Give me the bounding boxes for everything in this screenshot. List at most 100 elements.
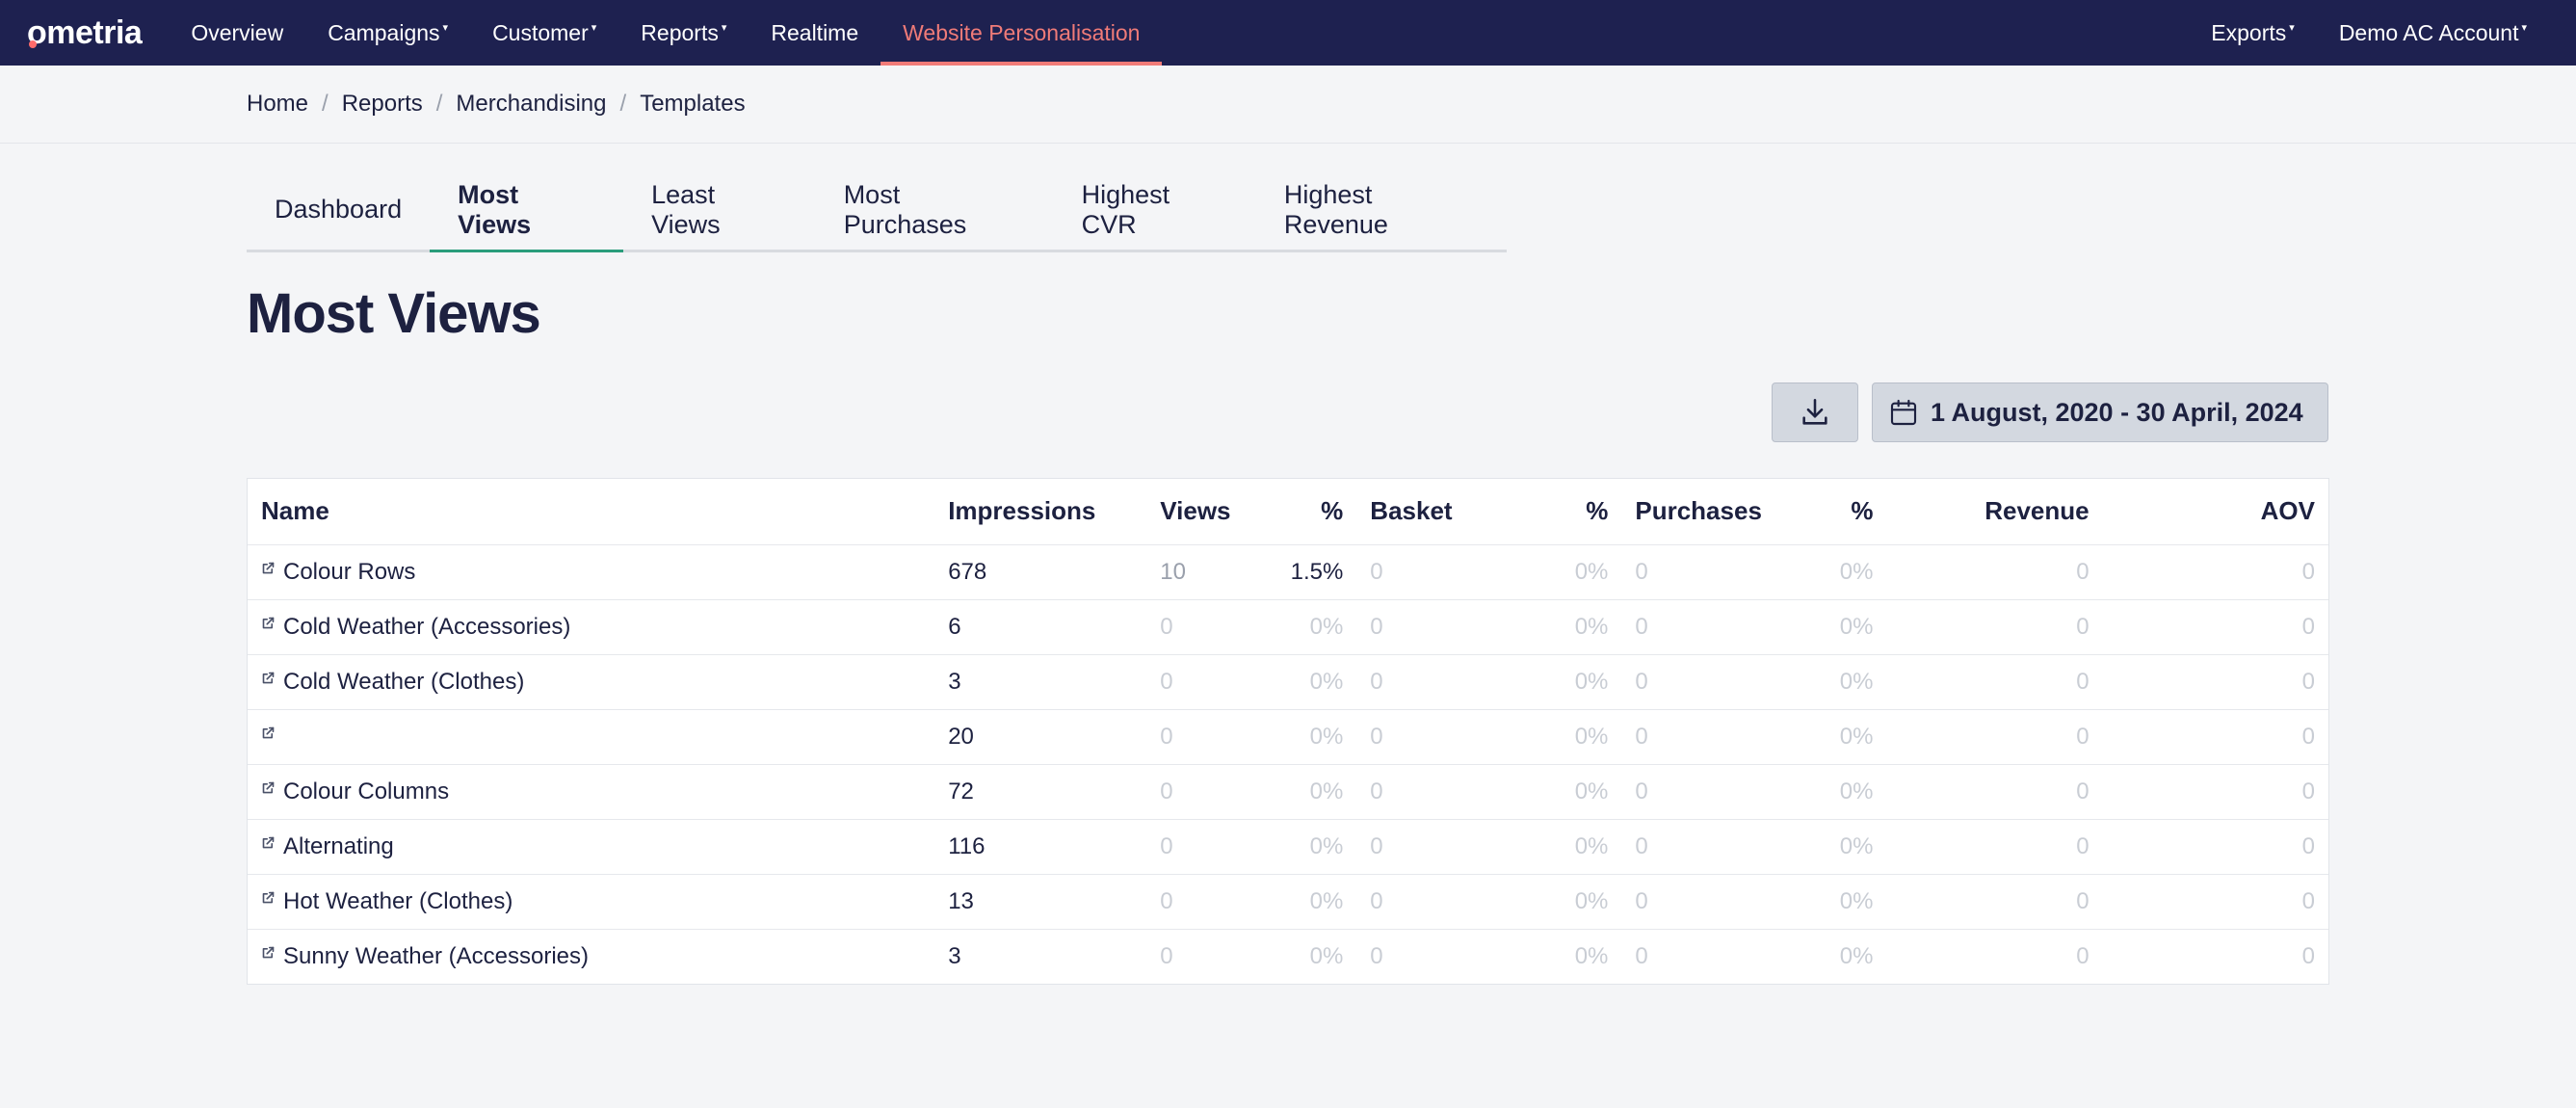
table-row: Cold Weather (Accessories) 6 0 0% 0 0% 0 0% 0 0	[248, 599, 2328, 655]
nav-exports-label: Exports	[2211, 19, 2287, 45]
tab-most-purchases[interactable]: Most Purchases	[816, 170, 1054, 250]
template-name[interactable]: Alternating	[283, 833, 394, 859]
external-link-icon[interactable]	[261, 725, 276, 745]
table-header-row: Name Impressions Views ▼% Basket % Purch…	[248, 479, 2328, 545]
download-button[interactable]	[1772, 383, 1858, 442]
tab-highest-cvr[interactable]: Highest CVR	[1054, 170, 1256, 250]
cell-views: 10	[1146, 544, 1257, 600]
cell-purchases-pct: 0%	[1786, 599, 1887, 655]
cell-revenue: 0	[1886, 599, 2103, 655]
cell-views-pct: 0%	[1256, 709, 1357, 765]
breadcrumb-merchandising[interactable]: Merchandising	[456, 91, 606, 118]
top-navbar: ometria Overview Campaigns ▾ Customer ▾ Re…	[0, 0, 2576, 66]
table-row: Hot Weather (Clothes) 13 0 0% 0 0% 0 0% 0 0	[248, 874, 2328, 930]
cell-purchases-pct: 0%	[1786, 819, 1887, 875]
cell-views: 0	[1160, 942, 1173, 969]
col-header-aov[interactable]: AOV	[2102, 479, 2328, 545]
nav-account-label: Demo AC Account	[2338, 19, 2519, 45]
cell-views: 0	[1146, 599, 1257, 655]
breadcrumb-separator: /	[619, 91, 627, 117]
nav-customer[interactable]: Customer ▾	[470, 0, 618, 66]
external-link-icon[interactable]	[261, 890, 276, 910]
nav-customer-label: Customer	[492, 19, 589, 45]
nav-website-personalisation[interactable]: Website Personalisation	[881, 0, 1163, 66]
cell-aov: 0	[2301, 942, 2315, 969]
template-name[interactable]: Sunny Weather (Accessories)	[283, 943, 589, 969]
cell-views-pct: 1.5%	[1256, 544, 1357, 600]
cell-purchases: 0	[1621, 599, 1787, 655]
cell-impressions: 116	[934, 819, 1147, 875]
cell-name: Colour Rows	[248, 544, 935, 600]
cell-purchases-pct: 0%	[1839, 942, 1874, 969]
tab-dashboard[interactable]: Dashboard	[247, 170, 430, 250]
col-header-impressions[interactable]: Impressions	[934, 479, 1147, 545]
external-link-icon[interactable]	[261, 616, 276, 635]
logo-dot	[29, 40, 37, 48]
cell-impressions: 72	[934, 764, 1147, 820]
nav-reports[interactable]: Reports ▾	[618, 0, 749, 66]
cell-basket: 0	[1356, 764, 1522, 820]
cell-basket: 0	[1356, 709, 1522, 765]
tab-least-views[interactable]: Least Views	[623, 170, 816, 250]
nav-overview[interactable]: Overview	[169, 0, 305, 66]
download-icon	[1802, 398, 1827, 425]
external-link-icon[interactable]	[261, 780, 276, 800]
nav-overview-label: Overview	[191, 19, 284, 45]
cell-purchases-pct: 0%	[1786, 874, 1887, 930]
col-header-revenue[interactable]: Revenue	[1886, 479, 2103, 545]
cell-basket-pct: 0%	[1521, 709, 1622, 765]
nav-campaigns-label: Campaigns	[328, 19, 440, 45]
col-header-basket-pct[interactable]: %	[1521, 479, 1622, 545]
calendar-icon	[1888, 397, 1919, 428]
col-header-views[interactable]: Views	[1146, 479, 1257, 545]
tab-most-views[interactable]: Most Views	[430, 170, 624, 252]
col-header-name[interactable]: Name	[248, 479, 935, 545]
template-name[interactable]: Colour Rows	[283, 559, 415, 585]
cell-purchases: 0	[1621, 764, 1787, 820]
tab-highest-revenue[interactable]: Highest Revenue	[1256, 170, 1507, 250]
table-row: Colour Columns 72 0 0% 0 0% 0 0% 0 0	[248, 764, 2328, 820]
cell-aov: 0	[2102, 764, 2328, 820]
col-header-basket[interactable]: Basket	[1356, 479, 1522, 545]
col-header-views-label: Views	[1160, 496, 1231, 526]
breadcrumb-reports[interactable]: Reports	[342, 91, 423, 118]
cell-revenue: 0	[1886, 544, 2103, 600]
cell-impressions: 20	[934, 709, 1147, 765]
template-name[interactable]: Cold Weather (Accessories)	[283, 614, 570, 640]
template-name[interactable]: Colour Columns	[283, 778, 449, 805]
cell-views-pct: 0%	[1256, 764, 1357, 820]
nav-exports[interactable]: Exports ▾	[2189, 0, 2317, 66]
cell-purchases-pct: 0%	[1786, 544, 1887, 600]
caret-down-icon: ▾	[442, 21, 449, 34]
caret-down-icon: ▾	[2289, 21, 2295, 34]
caret-down-icon: ▾	[591, 21, 597, 34]
external-link-icon[interactable]	[261, 945, 276, 964]
nav-campaigns[interactable]: Campaigns ▾	[305, 0, 470, 66]
cell-revenue: 0	[2076, 942, 2090, 969]
template-name[interactable]: Cold Weather (Clothes)	[283, 669, 524, 695]
cell-revenue: 0	[1886, 654, 2103, 710]
nav-realtime[interactable]: Realtime	[749, 0, 881, 66]
cell-views-pct: 0%	[1309, 942, 1344, 969]
breadcrumb-templates[interactable]: Templates	[640, 91, 745, 118]
col-header-purchases-pct[interactable]: %	[1786, 479, 1887, 545]
nav-account-menu[interactable]: Demo AC Account ▾	[2317, 0, 2549, 66]
cell-aov: 0	[2102, 544, 2328, 600]
breadcrumb-home[interactable]: Home	[247, 91, 308, 118]
template-name[interactable]: Hot Weather (Clothes)	[283, 888, 513, 914]
cell-views: 0	[1146, 874, 1257, 930]
cell-views-pct: 0%	[1256, 599, 1357, 655]
cell-views: 0	[1146, 654, 1257, 710]
date-range-picker[interactable]: 1 August, 2020 - 30 April, 2024	[1872, 383, 2328, 442]
cell-basket: 0	[1370, 942, 1383, 969]
cell-basket-pct: 0%	[1521, 654, 1622, 710]
cell-purchases: 0	[1621, 874, 1787, 930]
external-link-icon[interactable]	[261, 671, 276, 690]
external-link-icon[interactable]	[261, 561, 276, 580]
ometria-logo[interactable]: ometria	[27, 0, 143, 66]
col-header-views-pct[interactable]: ▼%	[1256, 479, 1357, 545]
cell-purchases: 0	[1621, 544, 1787, 600]
external-link-icon[interactable]	[261, 835, 276, 855]
cell-name: Colour Columns	[248, 764, 935, 820]
col-header-purchases[interactable]: Purchases	[1621, 479, 1787, 545]
